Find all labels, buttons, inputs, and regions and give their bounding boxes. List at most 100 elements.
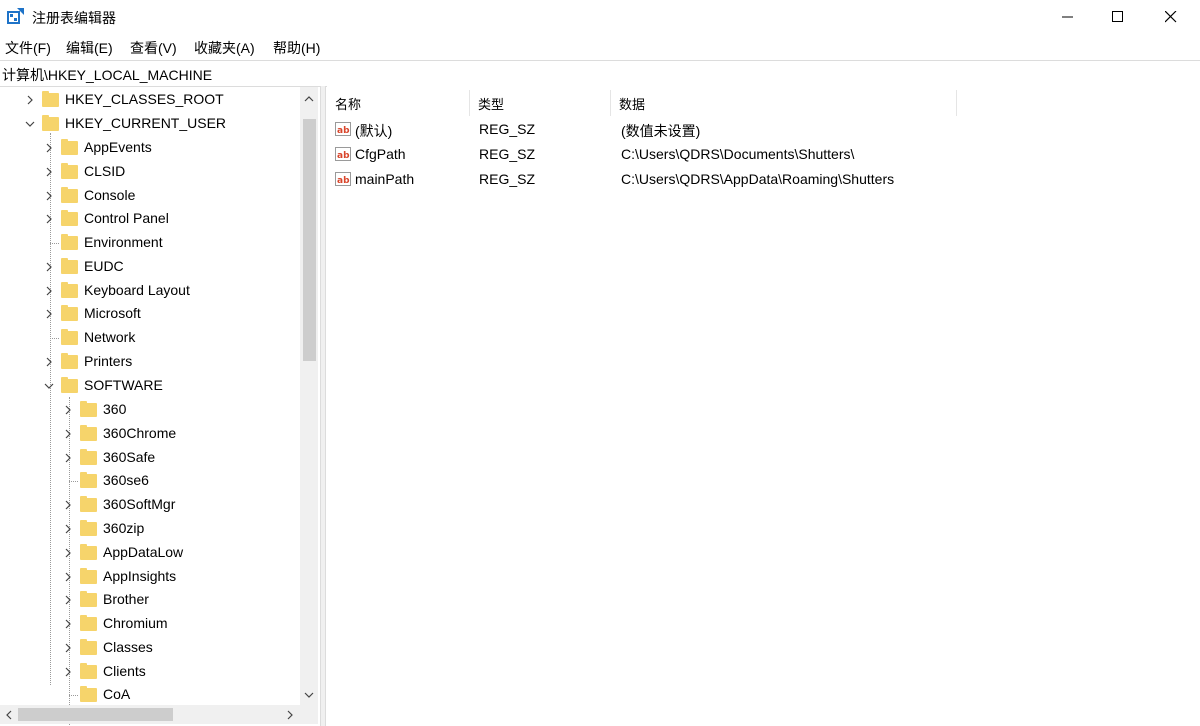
tree-item-chromium[interactable]: Chromium bbox=[0, 612, 300, 636]
chevron-right-icon[interactable] bbox=[43, 308, 55, 320]
reg-sz-icon: ab bbox=[335, 147, 351, 161]
title-bar: 注册表编辑器 bbox=[0, 0, 1200, 34]
menu-view[interactable]: 查看(V) bbox=[130, 38, 177, 58]
chevron-right-icon[interactable] bbox=[43, 142, 55, 154]
value-data: (数值未设置) bbox=[621, 123, 701, 139]
tree-label: CoA bbox=[103, 686, 131, 702]
chevron-right-icon[interactable] bbox=[43, 213, 55, 225]
chevron-down-icon[interactable] bbox=[24, 118, 36, 130]
folder-icon bbox=[61, 234, 78, 251]
tree-label: SOFTWARE bbox=[84, 377, 163, 393]
chevron-right-icon[interactable] bbox=[43, 190, 55, 202]
tree-item-360safe[interactable]: 360Safe bbox=[0, 446, 300, 470]
tree-item-360zip[interactable]: 360zip bbox=[0, 517, 300, 541]
tree-item-environment[interactable]: Environment bbox=[0, 231, 300, 255]
chevron-right-icon[interactable] bbox=[43, 166, 55, 178]
scroll-right-icon[interactable] bbox=[284, 709, 296, 721]
chevron-right-icon[interactable] bbox=[62, 452, 74, 464]
tree-label: Classes bbox=[103, 639, 153, 655]
chevron-right-icon[interactable] bbox=[43, 285, 55, 297]
chevron-right-icon[interactable] bbox=[43, 356, 55, 368]
value-name: (默认) bbox=[355, 123, 393, 139]
tree-item-360chrome[interactable]: 360Chrome bbox=[0, 422, 300, 446]
close-icon bbox=[1165, 11, 1177, 23]
chevron-right-icon[interactable] bbox=[62, 523, 74, 535]
tree-item-microsoft[interactable]: Microsoft bbox=[0, 302, 300, 326]
scroll-down-icon[interactable] bbox=[303, 689, 315, 701]
value-data: C:\Users\QDRS\AppData\Roaming\Shutters bbox=[621, 171, 895, 187]
tree-item-clients[interactable]: Clients bbox=[0, 660, 300, 684]
close-button[interactable] bbox=[1146, 0, 1196, 34]
chevron-right-icon[interactable] bbox=[62, 571, 74, 583]
scrollbar-corner bbox=[300, 705, 318, 724]
svg-text:ab: ab bbox=[337, 151, 350, 161]
chevron-right-icon[interactable] bbox=[62, 499, 74, 511]
address-path[interactable]: 计算机\HKEY_LOCAL_MACHINE bbox=[2, 65, 212, 85]
chevron-right-icon[interactable] bbox=[62, 642, 74, 654]
tree-item-brother[interactable]: Brother bbox=[0, 588, 300, 612]
chevron-right-icon[interactable] bbox=[62, 666, 74, 678]
tree-item-clsid[interactable]: CLSID bbox=[0, 160, 300, 184]
tree-item-appinsights[interactable]: AppInsights bbox=[0, 565, 300, 589]
tree-label: AppDataLow bbox=[103, 544, 184, 560]
tree-item-360softmgr[interactable]: 360SoftMgr bbox=[0, 493, 300, 517]
pane-splitter[interactable] bbox=[320, 86, 326, 726]
tree-item-hkey-classes-root[interactable]: HKEY_CLASSES_ROOT bbox=[0, 88, 300, 112]
menu-file[interactable]: 文件(F) bbox=[5, 38, 51, 58]
tree-item-keyboard-layout[interactable]: Keyboard Layout bbox=[0, 279, 300, 303]
tree-item-console[interactable]: Console bbox=[0, 184, 300, 208]
tree-label: Brother bbox=[103, 591, 149, 607]
tree-item-hkey-current-user[interactable]: HKEY_CURRENT_USER bbox=[0, 112, 300, 136]
value-type: REG_SZ bbox=[479, 171, 536, 187]
menu-favorites[interactable]: 收藏夹(A) bbox=[194, 38, 255, 58]
value-row[interactable]: ab (默认) REG_SZ (数值未设置) bbox=[327, 118, 1200, 142]
menu-edit[interactable]: 编辑(E) bbox=[66, 38, 113, 58]
tree-label: EUDC bbox=[84, 258, 124, 274]
chevron-right-icon[interactable] bbox=[43, 261, 55, 273]
column-header-name[interactable]: 名称 bbox=[327, 90, 470, 116]
tree-item-eudc[interactable]: EUDC bbox=[0, 255, 300, 279]
folder-icon bbox=[80, 401, 97, 418]
menu-help[interactable]: 帮助(H) bbox=[273, 38, 320, 58]
value-type: REG_SZ bbox=[479, 146, 536, 162]
chevron-right-icon[interactable] bbox=[62, 404, 74, 416]
chevron-down-icon[interactable] bbox=[43, 380, 55, 392]
tree-item-classes[interactable]: Classes bbox=[0, 636, 300, 660]
value-row[interactable]: ab CfgPath REG_SZ C:\Users\QDRS\Document… bbox=[327, 143, 1200, 167]
value-name: mainPath bbox=[355, 171, 415, 187]
folder-icon bbox=[80, 544, 97, 561]
chevron-right-icon[interactable] bbox=[62, 594, 74, 606]
key-tree: HKEY_CLASSES_ROOT HKEY_CURRENT_USER AppE… bbox=[0, 87, 320, 726]
chevron-right-icon[interactable] bbox=[62, 428, 74, 440]
chevron-right-icon[interactable] bbox=[62, 547, 74, 559]
folder-icon bbox=[80, 449, 97, 466]
tree-item-control-panel[interactable]: Control Panel bbox=[0, 207, 300, 231]
scroll-left-icon[interactable] bbox=[3, 709, 15, 721]
tree-item-software[interactable]: SOFTWARE bbox=[0, 374, 300, 398]
tree-horizontal-scroll-thumb[interactable] bbox=[18, 708, 173, 721]
chevron-right-icon[interactable] bbox=[62, 618, 74, 630]
folder-icon bbox=[61, 329, 78, 346]
folder-icon bbox=[80, 663, 97, 680]
tree-item-coa[interactable]: CoA bbox=[0, 683, 300, 707]
tree-item-360se6[interactable]: 360se6 bbox=[0, 469, 300, 493]
minimize-icon bbox=[1062, 16, 1073, 18]
tree-vertical-scroll-thumb[interactable] bbox=[303, 119, 316, 361]
tree-item-360[interactable]: 360 bbox=[0, 398, 300, 422]
tree-item-printers[interactable]: Printers bbox=[0, 350, 300, 374]
address-bar[interactable]: 计算机\HKEY_LOCAL_MACHINE bbox=[0, 60, 1200, 87]
scroll-up-icon[interactable] bbox=[303, 93, 315, 105]
maximize-button[interactable] bbox=[1093, 0, 1143, 34]
svg-text:ab: ab bbox=[337, 176, 350, 186]
minimize-button[interactable] bbox=[1043, 0, 1093, 34]
tree-label: CLSID bbox=[84, 163, 126, 179]
tree-item-appevents[interactable]: AppEvents bbox=[0, 136, 300, 160]
chevron-right-icon[interactable] bbox=[24, 94, 36, 106]
column-header-type[interactable]: 类型 bbox=[470, 90, 611, 116]
tree-item-network[interactable]: Network bbox=[0, 326, 300, 350]
column-header-data[interactable]: 数据 bbox=[611, 90, 957, 116]
tree-item-appdatalow[interactable]: AppDataLow bbox=[0, 541, 300, 565]
folder-icon bbox=[61, 258, 78, 275]
folder-icon bbox=[42, 115, 59, 132]
value-row[interactable]: ab mainPath REG_SZ C:\Users\QDRS\AppData… bbox=[327, 168, 1200, 192]
